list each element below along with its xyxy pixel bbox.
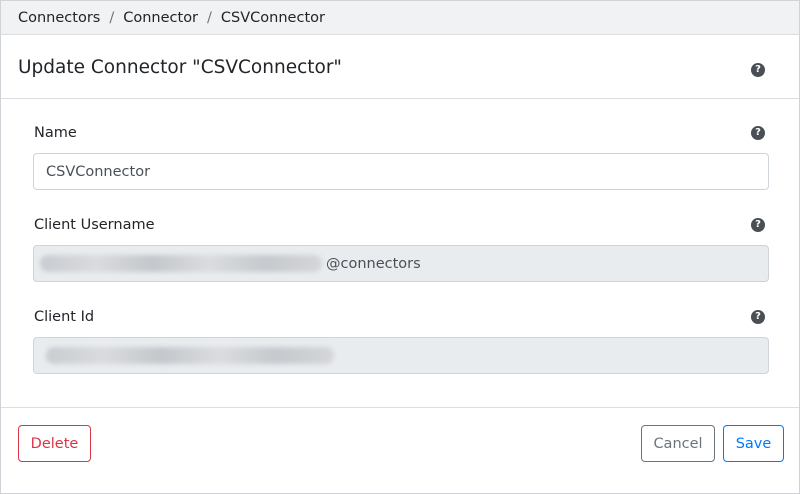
dialog-footer: Delete Cancel Save (1, 407, 799, 494)
client-username-suffix: @connectors (326, 255, 421, 272)
question-circle-icon[interactable]: ? (751, 126, 765, 140)
question-circle-icon[interactable]: ? (751, 218, 765, 232)
connector-dialog: Connectors / Connector / CSVConnector Up… (0, 0, 800, 494)
page-title: Update Connector "CSVConnector" (18, 57, 342, 78)
client-username-field: @connectors (33, 245, 769, 282)
client-id-label: Client Id (34, 309, 95, 325)
cancel-button[interactable]: Cancel (641, 425, 715, 462)
redacted-value (46, 347, 334, 364)
question-circle-icon[interactable]: ? (751, 63, 765, 77)
name-input[interactable]: CSVConnector (33, 153, 769, 190)
name-input-value: CSVConnector (46, 163, 151, 180)
dialog-header: Update Connector "CSVConnector" ? (1, 36, 799, 99)
save-button[interactable]: Save (723, 425, 784, 462)
client-username-label: Client Username (34, 217, 155, 233)
breadcrumb-separator: / (207, 9, 212, 26)
delete-button[interactable]: Delete (18, 425, 91, 462)
question-circle-icon[interactable]: ? (751, 310, 765, 324)
name-label: Name (34, 125, 77, 141)
redacted-value (40, 255, 322, 272)
breadcrumb: Connectors / Connector / CSVConnector (1, 1, 799, 35)
breadcrumb-separator: / (109, 9, 115, 26)
breadcrumb-item-connector[interactable]: Connector (123, 10, 198, 26)
client-id-field (33, 337, 769, 374)
breadcrumb-item-connectors[interactable]: Connectors (18, 10, 100, 26)
breadcrumb-item-current: CSVConnector (220, 9, 325, 26)
